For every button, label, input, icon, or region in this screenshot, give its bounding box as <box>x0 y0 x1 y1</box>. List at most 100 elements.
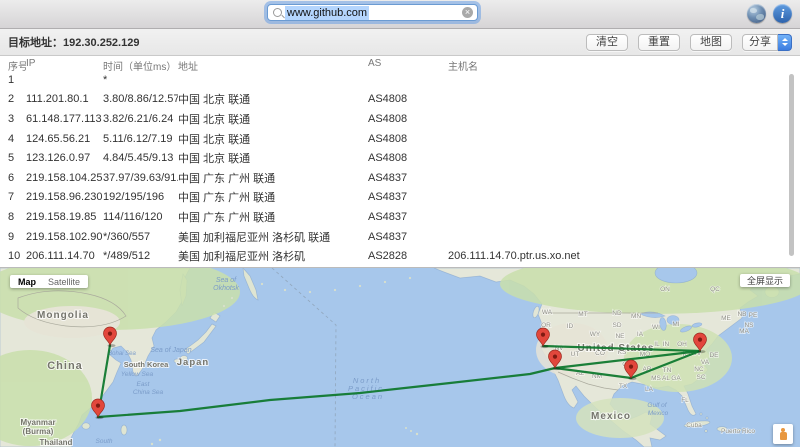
cell-addr: 中国 北京 联通 <box>178 111 368 127</box>
map-label: Japan <box>177 357 209 368</box>
cell-time: 114/116/120 <box>103 211 178 223</box>
map-label: MS <box>651 375 661 382</box>
map-button[interactable]: 地图 <box>690 34 732 51</box>
col-header-addr: 地址 <box>178 57 368 73</box>
map-label: OH <box>677 341 687 348</box>
map-type-control: Map Satellite <box>10 275 88 288</box>
target-bar: 目标地址：192.30.252.129 清空 重置 地图 分享 <box>0 29 800 56</box>
clear-search-icon[interactable]: × <box>462 7 473 18</box>
map-label: South <box>96 438 113 445</box>
map-label: AL <box>662 375 670 382</box>
cell-as: AS4808 <box>368 133 448 145</box>
cell-time: * <box>103 74 178 86</box>
cell-ip: 124.65.56.21 <box>26 133 103 145</box>
map-label: LA <box>645 386 654 393</box>
map-type-satellite-button[interactable]: Satellite <box>42 277 86 287</box>
map-label: NE <box>615 333 625 340</box>
col-header-time: 时间（单位ms） <box>103 57 178 73</box>
map-label: ON <box>660 286 670 293</box>
table-row[interactable]: 7219.158.96.230192/195/196中国 广东 广州 联通AS4… <box>0 188 800 208</box>
map-type-map-button[interactable]: Map <box>12 277 42 287</box>
cell-no: 8 <box>0 211 26 223</box>
cell-no: 3 <box>0 113 26 125</box>
map-label: IN <box>663 341 670 348</box>
map-label: MN <box>631 313 641 320</box>
map-label: IA <box>637 331 644 338</box>
map-label: WA <box>542 309 553 316</box>
cell-ip: 219.158.96.230 <box>26 191 103 203</box>
table-body: 1 * 2111.201.80.13.80/8.86/12.57中国 北京 联通AS… <box>0 70 800 266</box>
pegman-control[interactable] <box>773 424 793 444</box>
cell-as: AS4808 <box>368 113 448 125</box>
route-map[interactable]: Sea ofOkhotskSea of JapanBohai SeaYellow… <box>0 267 800 447</box>
cell-no: 1 <box>0 74 26 86</box>
cell-as: AS4808 <box>368 152 448 164</box>
map-label: Puerto Rico <box>721 428 755 435</box>
map-label: TX <box>619 383 628 390</box>
table-row[interactable]: 6219.158.104.25037.97/39.63/91.43中国 广东 广… <box>0 168 800 188</box>
map-label: SC <box>696 374 705 381</box>
globe-icon[interactable] <box>747 4 766 23</box>
table-scrollbar[interactable] <box>789 74 794 256</box>
table-row[interactable]: 2111.201.80.13.80/8.86/12.57中国 北京 联通AS48… <box>0 90 800 110</box>
map-canvas: Sea ofOkhotskSea of JapanBohai SeaYellow… <box>0 268 800 447</box>
share-button[interactable]: 分享 <box>742 34 778 51</box>
map-label: Okhotsk <box>213 285 239 292</box>
table-row[interactable]: 10206.111.14.70*/489/512美国 加利福尼亚州 洛杉矶AS2… <box>0 246 800 266</box>
map-label: TN <box>663 367 672 374</box>
table-row[interactable]: 8219.158.19.85114/116/120中国 广东 广州 联通AS48… <box>0 207 800 227</box>
map-label: Yellow Sea <box>121 371 154 378</box>
share-dropdown-stepper[interactable] <box>778 34 792 51</box>
col-header-as: AS <box>368 57 448 69</box>
cell-as: AS4808 <box>368 93 448 105</box>
map-label: ND <box>612 310 622 317</box>
map-label: Cuba <box>686 422 702 429</box>
cell-time: 4.84/5.45/9.13 <box>103 152 178 164</box>
cell-time: */489/512 <box>103 250 178 262</box>
fullscreen-button[interactable]: 全屏显示 <box>740 274 790 287</box>
cell-no: 2 <box>0 93 26 105</box>
cell-as: AS4837 <box>368 191 448 203</box>
cell-ip: 61.148.177.113 <box>26 113 103 125</box>
cell-addr: 美国 加利福尼亚州 洛杉矶 <box>178 248 368 264</box>
table-row[interactable]: 4124.65.56.215.11/6.12/7.19中国 北京 联通AS480… <box>0 129 800 149</box>
chevron-down-icon <box>782 43 788 46</box>
magnifier-icon <box>273 8 282 17</box>
action-buttons: 清空 重置 地图 分享 <box>586 34 792 51</box>
trace-table: 序号 IP 时间（单位ms） 地址 AS 主机名 1*2111.201.80.1… <box>0 57 800 267</box>
map-label: PE <box>749 312 758 319</box>
cell-time: 37.97/39.63/91.43 <box>103 172 178 184</box>
map-label: (Burma) <box>23 427 54 436</box>
map-label: Myanmar <box>20 418 55 427</box>
map-label: South Korea <box>124 360 169 369</box>
cell-addr: 中国 广东 广州 联通 <box>178 189 368 205</box>
map-label: SD <box>612 322 621 329</box>
cell-addr: 中国 北京 联通 <box>178 131 368 147</box>
table-row[interactable]: 361.148.177.1133.82/6.21/6.24中国 北京 联通AS4… <box>0 109 800 129</box>
cell-ip: 219.158.102.90 <box>26 231 103 243</box>
map-label: Mexico <box>591 411 631 422</box>
search-input[interactable]: www.github.com × <box>267 4 478 21</box>
table-row[interactable]: 5123.126.0.974.84/5.45/9.13中国 北京 联通AS480… <box>0 148 800 168</box>
cell-no: 4 <box>0 133 26 145</box>
cell-addr: 中国 北京 联通 <box>178 91 368 107</box>
cell-ip: 111.201.80.1 <box>26 93 103 105</box>
map-label: WY <box>590 331 601 338</box>
table-row[interactable]: 9219.158.102.90*/360/557美国 加利福尼亚州 洛杉矶 联通… <box>0 227 800 247</box>
map-label: ME <box>721 315 731 322</box>
map-label: Mexico <box>648 410 669 417</box>
info-icon[interactable]: i <box>773 4 792 23</box>
map-label: IL <box>654 341 660 348</box>
map-label: NB <box>737 311 746 318</box>
cell-ip: 123.126.0.97 <box>26 152 103 164</box>
clear-button[interactable]: 清空 <box>586 34 628 51</box>
map-label: Bohai Sea <box>108 351 136 357</box>
map-label: Sea of Japan <box>150 347 191 354</box>
reset-button[interactable]: 重置 <box>638 34 680 51</box>
target-address-label: 目标地址：192.30.252.129 <box>8 34 139 50</box>
cell-addr: 中国 广东 广州 联通 <box>178 170 368 186</box>
map-label: China Sea <box>133 389 164 396</box>
col-header-host: 主机名 <box>448 57 800 73</box>
map-label: VA <box>701 359 710 366</box>
chevron-up-icon <box>782 38 788 41</box>
